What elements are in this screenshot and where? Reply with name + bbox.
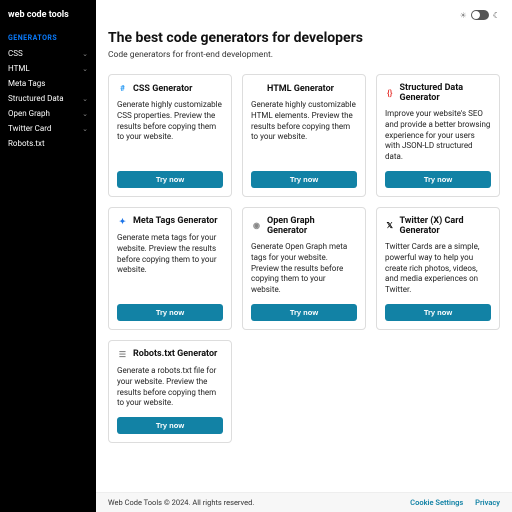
card-header: {} Structured Data Generator xyxy=(385,83,491,103)
card-title: Structured Data Generator xyxy=(400,83,492,103)
sidebar-item-label: Robots.txt xyxy=(8,139,45,148)
card-icon: ◉ xyxy=(251,220,262,231)
chevron-down-icon: ⌄ xyxy=(82,65,88,73)
card-html-generator: HTML Generator Generate highly customizab… xyxy=(242,74,366,197)
card-desc: Generate meta tags for your website. Pre… xyxy=(117,233,223,296)
sidebar-item-label: Twitter Card xyxy=(8,124,51,133)
try-now-button[interactable]: Try now xyxy=(385,171,491,188)
logo[interactable]: web code tools xyxy=(0,8,96,34)
sidebar: web code tools GENERATORS CSS ⌄ HTML ⌄ Meta … xyxy=(0,0,96,512)
card-icon xyxy=(251,83,262,94)
sidebar-item-open-graph[interactable]: Open Graph ⌄ xyxy=(0,106,96,121)
card-icon: ✦ xyxy=(117,216,128,227)
footer: Web Code Tools © 2024. All rights reserv… xyxy=(96,492,512,512)
try-now-button[interactable]: Try now xyxy=(117,417,223,434)
card-title: Meta Tags Generator xyxy=(133,216,218,226)
sidebar-item-css[interactable]: CSS ⌄ xyxy=(0,46,96,61)
card-robots-txt-generator: ☰ Robots.txt Generator Generate a robots.t… xyxy=(108,340,232,443)
card-title: Open Graph Generator xyxy=(267,216,357,236)
card-title: Twitter (X) Card Generator xyxy=(399,216,491,236)
page-subtitle: Code generators for front-end developmen… xyxy=(108,50,500,60)
sidebar-item-meta-tags[interactable]: Meta Tags xyxy=(0,76,96,91)
try-now-button[interactable]: Try now xyxy=(251,171,357,188)
sidebar-item-label: Structured Data xyxy=(8,94,64,103)
footer-copyright: Web Code Tools © 2024. All rights reserv… xyxy=(108,498,254,507)
chevron-down-icon: ⌄ xyxy=(82,50,88,58)
cookie-settings-link[interactable]: Cookie Settings xyxy=(410,498,463,507)
card-meta-tags-generator: ✦ Meta Tags Generator Generate meta tags f… xyxy=(108,207,232,330)
card-title: Robots.txt Generator xyxy=(133,349,217,359)
card-header: ☰ Robots.txt Generator xyxy=(117,349,223,360)
privacy-link[interactable]: Privacy xyxy=(475,498,500,507)
card-twitter-x-card-generator: 𝕏 Twitter (X) Card Generator Twitter Cards… xyxy=(376,207,500,330)
chevron-down-icon: ⌄ xyxy=(82,95,88,103)
card-desc: Generate highly customizable HTML elemen… xyxy=(251,100,357,163)
card-header: 𝕏 Twitter (X) Card Generator xyxy=(385,216,491,236)
chevron-down-icon: ⌄ xyxy=(82,125,88,133)
theme-toggle[interactable] xyxy=(471,10,489,20)
sidebar-item-structured-data[interactable]: Structured Data ⌄ xyxy=(0,91,96,106)
card-title: HTML Generator xyxy=(267,84,334,94)
card-header: # CSS Generator xyxy=(117,83,223,94)
card-icon: {} xyxy=(385,88,395,99)
card-header: ✦ Meta Tags Generator xyxy=(117,216,223,227)
sidebar-item-label: HTML xyxy=(8,64,30,73)
card-title: CSS Generator xyxy=(133,84,192,94)
sidebar-item-label: Open Graph xyxy=(8,109,50,118)
card-desc: Improve your website's SEO and provide a… xyxy=(385,109,491,163)
card-open-graph-generator: ◉ Open Graph Generator Generate Open Graph… xyxy=(242,207,366,330)
card-css-generator: # CSS Generator Generate highly customizab… xyxy=(108,74,232,197)
main: ☀ ☾ The best code generators for develop… xyxy=(96,0,512,512)
card-desc: Twitter Cards are a simple, powerful way… xyxy=(385,242,491,296)
sidebar-item-robots.txt[interactable]: Robots.txt xyxy=(0,136,96,151)
sun-icon: ☀ xyxy=(460,11,467,20)
card-header: ◉ Open Graph Generator xyxy=(251,216,357,236)
card-desc: Generate highly customizable CSS propert… xyxy=(117,100,223,163)
card-structured-data-generator: {} Structured Data Generator Improve your … xyxy=(376,74,500,197)
card-icon: ☰ xyxy=(117,349,128,360)
card-desc: Generate Open Graph meta tags for your w… xyxy=(251,242,357,296)
try-now-button[interactable]: Try now xyxy=(251,304,357,321)
sidebar-item-html[interactable]: HTML ⌄ xyxy=(0,61,96,76)
sidebar-item-label: CSS xyxy=(8,49,23,58)
card-icon: 𝕏 xyxy=(385,220,394,231)
card-desc: Generate a robots.txt file for your webs… xyxy=(117,366,223,409)
card-header: HTML Generator xyxy=(251,83,357,94)
try-now-button[interactable]: Try now xyxy=(117,304,223,321)
sidebar-item-twitter-card[interactable]: Twitter Card ⌄ xyxy=(0,121,96,136)
chevron-down-icon: ⌄ xyxy=(82,110,88,118)
try-now-button[interactable]: Try now xyxy=(117,171,223,188)
card-grid: # CSS Generator Generate highly customizab… xyxy=(108,74,500,443)
page-title: The best code generators for developers xyxy=(108,30,500,46)
try-now-button[interactable]: Try now xyxy=(385,304,491,321)
card-icon: # xyxy=(117,83,128,94)
sidebar-heading: GENERATORS xyxy=(0,34,96,46)
moon-icon: ☾ xyxy=(493,11,500,20)
topbar: ☀ ☾ xyxy=(96,0,512,26)
sidebar-item-label: Meta Tags xyxy=(8,79,45,88)
